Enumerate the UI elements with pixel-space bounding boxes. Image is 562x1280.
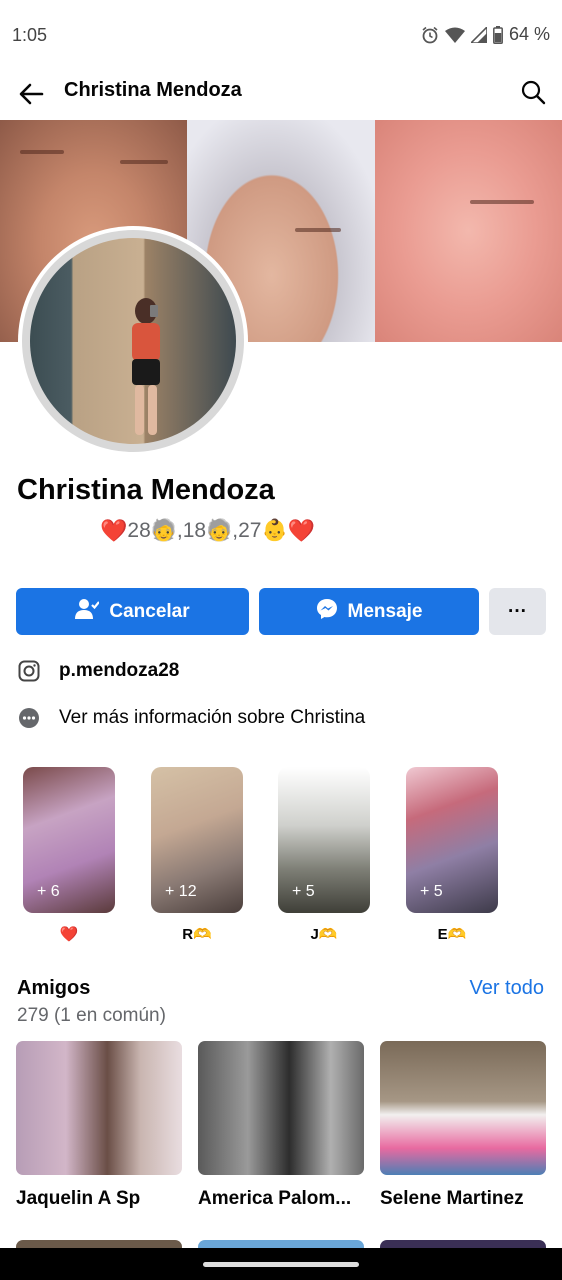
- bio-heart-end: ❤️: [287, 518, 315, 543]
- friend-photo[interactable]: [16, 1041, 182, 1175]
- highlight-count: + 5: [420, 883, 443, 900]
- system-navigation-bar: [0, 1248, 562, 1280]
- highlight-label: R🫶: [182, 926, 212, 943]
- message-label: Mensaje: [347, 600, 423, 622]
- friend-photo[interactable]: [380, 1041, 546, 1175]
- more-dots-icon: ···: [508, 600, 527, 622]
- friend-name[interactable]: Jaquelin A Sp: [16, 1188, 182, 1210]
- see-all-friends-link[interactable]: Ver todo: [469, 977, 544, 1000]
- story-highlight[interactable]: + 5: [278, 767, 370, 913]
- more-info-icon: [17, 706, 41, 730]
- friend-name[interactable]: Selene Martinez: [380, 1188, 546, 1210]
- page-title: Christina Mendoza: [64, 79, 242, 101]
- status-time: 1:05: [12, 25, 48, 45]
- instagram-link[interactable]: p.mendoza28: [17, 659, 179, 683]
- cover-photo-panel: [375, 120, 562, 342]
- search-icon[interactable]: [518, 77, 548, 107]
- wifi-icon: [444, 27, 465, 43]
- battery-icon: [493, 25, 503, 44]
- cancel-label: Cancelar: [109, 600, 190, 622]
- friend-photo[interactable]: [198, 1041, 364, 1175]
- cancel-friend-request-button[interactable]: Cancelar: [16, 588, 249, 635]
- top-app-bar: Christina Mendoza: [0, 70, 562, 120]
- more-info-link[interactable]: Ver más información sobre Christina: [17, 706, 365, 730]
- highlight-label: J🫶: [310, 926, 338, 943]
- back-arrow-icon[interactable]: [16, 78, 48, 110]
- bio-text: 28🧓,18🧓,27👶: [127, 519, 288, 542]
- profile-name: Christina Mendoza: [17, 474, 275, 506]
- highlight-count: + 5: [292, 883, 315, 900]
- message-button[interactable]: Mensaje: [259, 588, 479, 635]
- instagram-handle: p.mendoza28: [59, 660, 180, 681]
- story-highlight[interactable]: + 6: [23, 767, 115, 913]
- instagram-icon: [17, 659, 41, 683]
- avatar: [30, 238, 236, 444]
- battery-percent: 64 %: [508, 24, 550, 44]
- friend-name[interactable]: America Palom...: [198, 1188, 364, 1210]
- status-icons: 64 %: [421, 24, 550, 45]
- more-info-label: Ver más información sobre Christina: [59, 707, 366, 728]
- friends-section-title: Amigos: [17, 977, 91, 999]
- story-highlight[interactable]: + 5: [406, 767, 498, 913]
- highlight-label: ❤️: [59, 926, 79, 943]
- status-bar: 1:05 64 %: [0, 0, 562, 70]
- highlight-count: + 12: [165, 883, 197, 900]
- profile-bio: ❤️ 28🧓,18🧓,27👶 ❤️: [100, 518, 315, 544]
- bio-heart: ❤️: [100, 518, 128, 543]
- story-highlight[interactable]: + 12: [151, 767, 243, 913]
- more-options-button[interactable]: ···: [489, 588, 546, 635]
- home-gesture-handle[interactable]: [203, 1262, 359, 1267]
- friends-count: 279 (1 en común): [17, 1005, 166, 1026]
- highlight-label: E🫶: [437, 926, 467, 943]
- messenger-icon: [316, 598, 338, 626]
- profile-picture[interactable]: [18, 226, 248, 456]
- person-check-icon: [75, 598, 101, 626]
- avatar-person-shape: [132, 298, 160, 435]
- highlight-count: + 6: [37, 883, 60, 900]
- signal-icon: [470, 26, 487, 43]
- alarm-icon: [421, 26, 439, 44]
